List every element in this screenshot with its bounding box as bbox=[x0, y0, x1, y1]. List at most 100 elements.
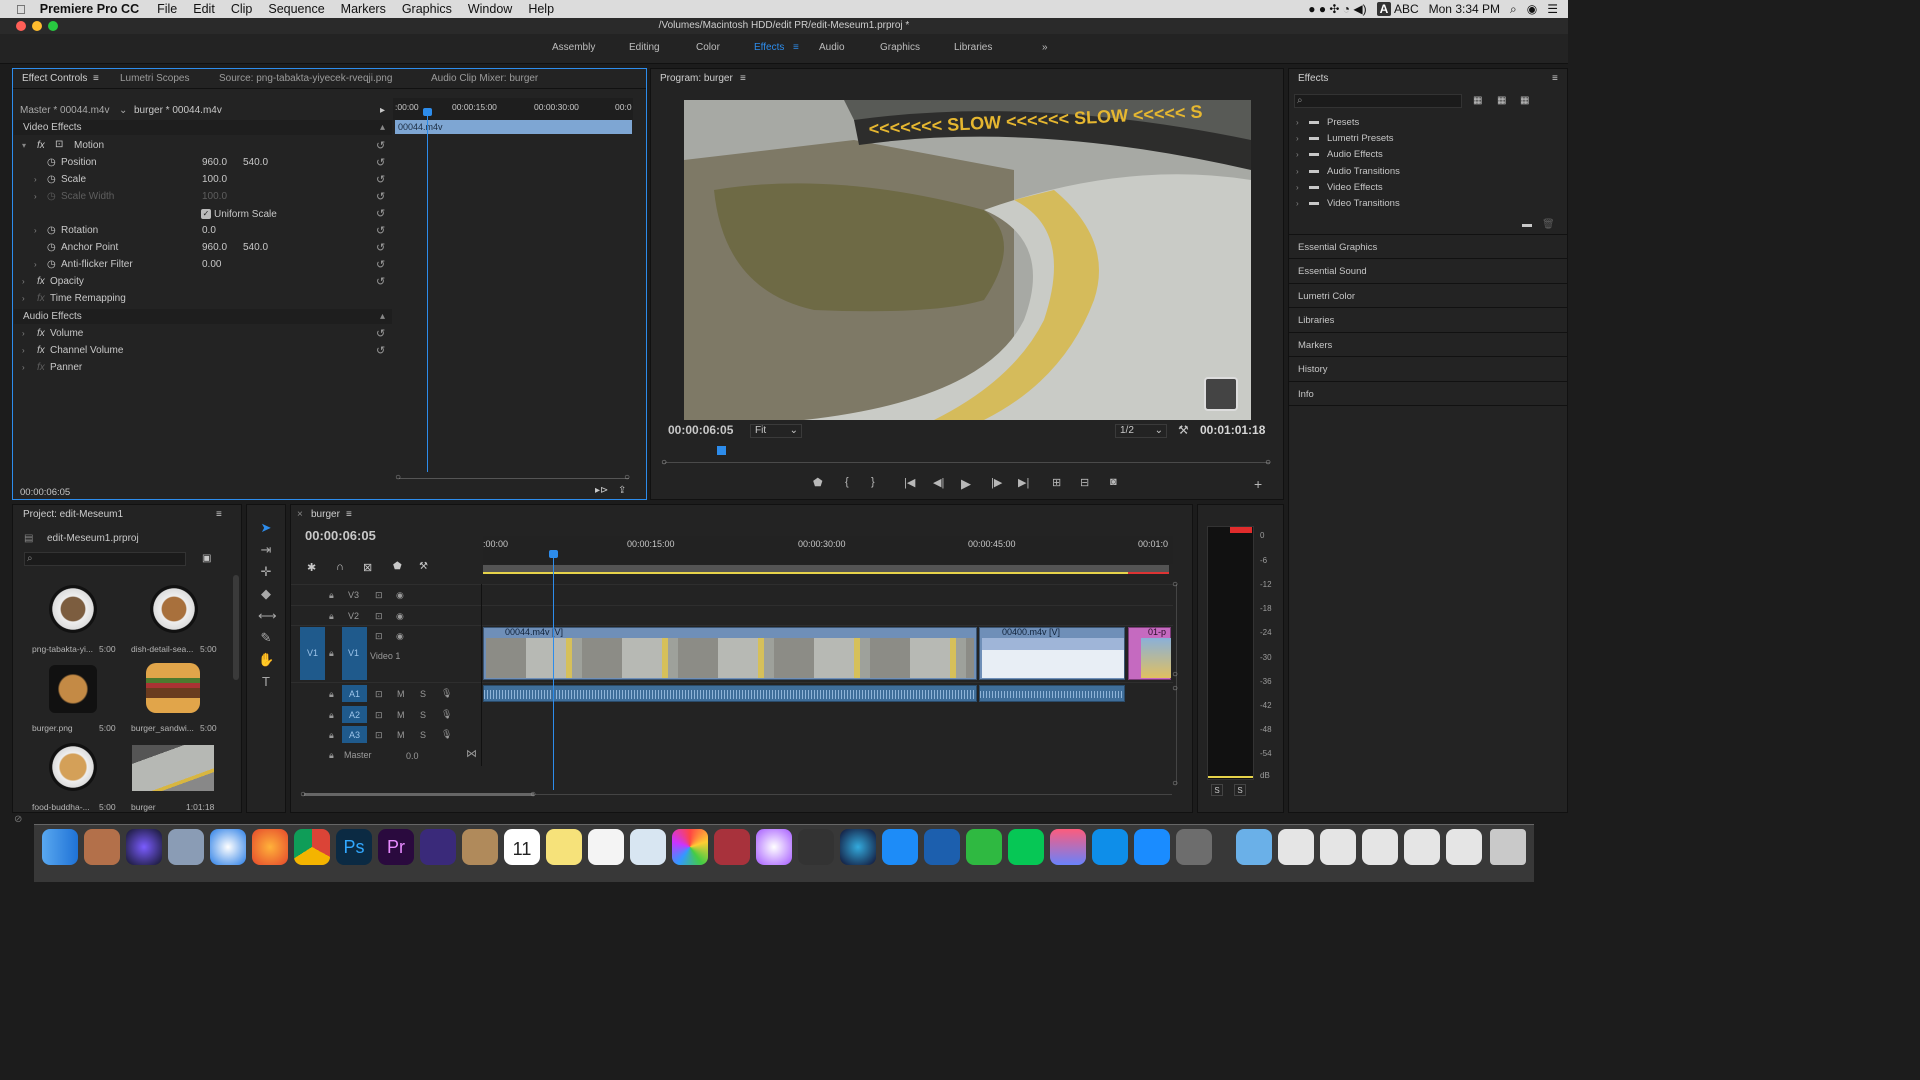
expand-icon[interactable]: › bbox=[34, 175, 37, 184]
expand-icon[interactable]: › bbox=[1296, 118, 1299, 127]
mail-icon[interactable] bbox=[924, 829, 960, 865]
line-icon[interactable] bbox=[1008, 829, 1044, 865]
apple-icon[interactable]:  bbox=[0, 2, 34, 17]
expand-icon[interactable]: › bbox=[1296, 167, 1299, 176]
document-icon[interactable] bbox=[1278, 829, 1314, 865]
menu-graphics[interactable]: Graphics bbox=[394, 2, 460, 16]
ec-timecode[interactable]: 00:00:06:05 bbox=[20, 487, 70, 498]
scroll-handle-left[interactable]: ○ bbox=[395, 472, 401, 483]
new-bin-icon[interactable]: ▬ bbox=[1522, 219, 1532, 230]
workspace-color[interactable]: Color bbox=[696, 42, 720, 53]
lock-icon[interactable]: 🔒︎ bbox=[329, 611, 334, 622]
scroll-handle-right[interactable]: ○ bbox=[624, 472, 630, 483]
project-panel-title[interactable]: Project: edit-Meseum1 bbox=[23, 509, 123, 520]
32bit-effects-icon[interactable]: ▦ bbox=[1497, 95, 1506, 106]
stopwatch-icon[interactable]: ◷ bbox=[47, 174, 56, 185]
track-label-v3[interactable]: V3 bbox=[348, 590, 359, 600]
solo-button[interactable]: S bbox=[420, 689, 426, 699]
export-icon[interactable]: ⇪ bbox=[618, 485, 626, 496]
snap-icon[interactable]: ∩ bbox=[336, 561, 344, 573]
section-markers[interactable]: Markers bbox=[1298, 340, 1332, 351]
lock-icon[interactable]: 🔒︎ bbox=[329, 648, 334, 659]
siri-icon[interactable] bbox=[126, 829, 162, 865]
menu-file[interactable]: File bbox=[149, 2, 185, 16]
rotation-value[interactable]: 0.0 bbox=[202, 225, 216, 236]
reset-scale-icon[interactable]: ↺ bbox=[376, 173, 385, 186]
project-search-input[interactable] bbox=[24, 552, 186, 566]
expand-icon[interactable]: › bbox=[34, 260, 37, 269]
scrub-end-handle[interactable]: ○ bbox=[1265, 457, 1271, 468]
stopwatch-icon[interactable]: ◷ bbox=[47, 225, 56, 236]
add-button-icon[interactable]: + bbox=[1254, 476, 1262, 492]
export-frame-icon[interactable]: ◙ bbox=[1110, 476, 1117, 488]
menu-clip[interactable]: Clip bbox=[223, 2, 261, 16]
workspace-libraries[interactable]: Libraries bbox=[954, 42, 992, 53]
add-marker-icon[interactable]: ⬟ bbox=[393, 561, 402, 572]
mic-icon[interactable]: 🎙︎ bbox=[441, 709, 452, 720]
spotlight-icon[interactable]: ⌕ bbox=[1510, 2, 1517, 17]
step-back-icon[interactable]: ◀| bbox=[933, 476, 944, 489]
workspace-graphics[interactable]: Graphics bbox=[880, 42, 920, 53]
section-history[interactable]: History bbox=[1298, 364, 1328, 375]
sequence-tab[interactable]: burger bbox=[311, 509, 340, 520]
thumbnail[interactable] bbox=[132, 745, 214, 791]
sync-lock-icon[interactable]: ⊡ bbox=[375, 590, 383, 601]
thumbnail[interactable] bbox=[49, 665, 97, 713]
photo-booth-icon[interactable] bbox=[714, 829, 750, 865]
timeline-clip-audio[interactable] bbox=[483, 685, 977, 702]
expand-icon[interactable]: › bbox=[22, 363, 25, 372]
position-y-value[interactable]: 540.0 bbox=[243, 157, 268, 168]
reset-opacity-icon[interactable]: ↺ bbox=[376, 275, 385, 288]
launchpad-icon[interactable] bbox=[168, 829, 204, 865]
folder-icon[interactable] bbox=[1236, 829, 1272, 865]
solo-right-button[interactable]: S bbox=[1234, 784, 1246, 796]
mic-icon[interactable]: 🎙︎ bbox=[441, 729, 452, 740]
mute-button[interactable]: M bbox=[397, 710, 405, 720]
lock-icon[interactable]: 🔒︎ bbox=[329, 710, 334, 721]
collapse-icon[interactable]: ▴ bbox=[380, 311, 385, 322]
firefox-icon[interactable] bbox=[252, 829, 288, 865]
master-volume-value[interactable]: 0.0 bbox=[406, 751, 419, 761]
workspace-editing[interactable]: Editing bbox=[629, 42, 660, 53]
reset-uniform-icon[interactable]: ↺ bbox=[376, 207, 385, 220]
selection-tool-icon[interactable]: ➤ bbox=[258, 520, 274, 536]
chrome-icon[interactable] bbox=[294, 829, 330, 865]
status-icon[interactable]: ⊘ bbox=[14, 814, 22, 825]
expand-icon[interactable]: › bbox=[22, 329, 25, 338]
minimize-window-button[interactable] bbox=[32, 21, 42, 31]
tab-audio-clip-mixer[interactable]: Audio Clip Mixer: burger bbox=[431, 73, 538, 84]
finder-icon[interactable] bbox=[42, 829, 78, 865]
reset-scale-width-icon[interactable]: ↺ bbox=[376, 190, 385, 203]
solo-left-button[interactable]: S bbox=[1211, 784, 1223, 796]
tab-lumetri-scopes[interactable]: Lumetri Scopes bbox=[120, 73, 189, 84]
motion-icon[interactable] bbox=[756, 829, 792, 865]
fx-icon[interactable]: fx bbox=[37, 140, 45, 151]
wrench-icon[interactable]: ⚒ bbox=[1178, 423, 1189, 437]
menu-window[interactable]: Window bbox=[460, 2, 520, 16]
effects-folder-video-transitions[interactable]: Video Transitions bbox=[1327, 198, 1400, 209]
eye-icon[interactable]: ◉ bbox=[396, 590, 404, 601]
thumbnail[interactable] bbox=[49, 743, 97, 791]
lock-icon[interactable]: 🔒︎ bbox=[329, 689, 334, 700]
accelerated-effects-icon[interactable]: ▦ bbox=[1473, 95, 1482, 106]
input-source[interactable]: A ABC bbox=[1376, 2, 1419, 16]
expand-icon[interactable]: › bbox=[1296, 183, 1299, 192]
trash-icon[interactable]: 🗑 bbox=[1542, 219, 1555, 230]
eye-icon[interactable]: ◉ bbox=[396, 611, 404, 622]
sync-lock-icon[interactable]: ⊡ bbox=[375, 611, 383, 622]
fx-icon[interactable]: fx bbox=[37, 345, 45, 356]
play-button[interactable]: ▶ bbox=[961, 476, 971, 492]
reset-motion-icon[interactable]: ↺ bbox=[376, 139, 385, 152]
maps-icon[interactable] bbox=[630, 829, 666, 865]
program-scrub-bar[interactable] bbox=[665, 462, 1270, 463]
go-to-out-icon[interactable]: ▶| bbox=[1018, 476, 1029, 489]
program-monitor-title[interactable]: Program: burger bbox=[660, 73, 733, 84]
stopwatch-icon[interactable]: ◷ bbox=[47, 242, 56, 253]
expand-icon[interactable]: › bbox=[22, 277, 25, 286]
scroll-handle[interactable]: ○ bbox=[300, 789, 306, 800]
uniform-scale-checkbox[interactable]: ✓ bbox=[201, 209, 211, 219]
play-icon[interactable]: ▸ bbox=[380, 105, 385, 116]
program-timecode[interactable]: 00:00:06:05 bbox=[668, 423, 733, 437]
workspace-menu-icon[interactable]: ≡ bbox=[793, 42, 799, 53]
effects-folder-audio-transitions[interactable]: Audio Transitions bbox=[1327, 166, 1400, 177]
